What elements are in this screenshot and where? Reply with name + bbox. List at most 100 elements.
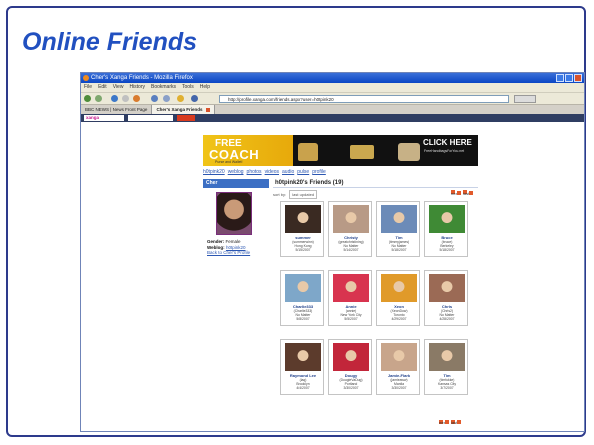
friend-details: (annie) New York City 5/5/2007 — [340, 309, 362, 322]
friend-card[interactable]: Raymond Lee (laq) Brooklyn 4/4/2007 — [280, 339, 324, 395]
xanga-search-input[interactable] — [128, 115, 173, 121]
friend-details: (timfukke) Kansas City 3/7/2007 — [437, 378, 457, 391]
menu-tools[interactable]: Tools — [182, 83, 194, 92]
page-icon[interactable] — [191, 95, 198, 102]
minimize-button[interactable] — [556, 74, 564, 82]
weblog-label: Weblog: — [207, 244, 225, 250]
tab-bar: BBC NEWS | News Front Page Cher's Xanga … — [81, 104, 584, 114]
friend-card[interactable]: Bruce (bruce) Berkeley 5/18/2007 — [424, 201, 468, 257]
print-icon[interactable] — [163, 95, 170, 102]
last-label[interactable]: last — [451, 420, 457, 425]
profile-avatar[interactable] — [216, 192, 252, 235]
friend-photo[interactable] — [429, 274, 465, 302]
profile-subnav: h0tpink20 weblog photos videos audio pul… — [203, 168, 326, 176]
ad-coach-subtext: Purse and Wallet! — [215, 160, 243, 164]
friend-card[interactable]: Christy (greatchristining) No Matter 5/14… — [328, 201, 372, 257]
tab-xanga-friends[interactable]: Cher's Xanga Friends — [152, 105, 215, 114]
subnav-pulse[interactable]: pulse — [297, 168, 309, 176]
xanga-logo[interactable]: xanga — [84, 115, 124, 121]
go-button[interactable] — [514, 95, 536, 103]
maximize-button[interactable] — [565, 74, 573, 82]
friend-photo[interactable] — [381, 205, 417, 233]
subnav-profile[interactable]: profile — [312, 168, 326, 176]
friend-card[interactable]: Jamie-Flark (jamieaww) Manila 3/30/2007 — [376, 339, 420, 395]
menu-view[interactable]: View — [113, 83, 124, 92]
subnav-videos[interactable]: videos — [265, 168, 279, 176]
subnav-weblog[interactable]: weblog — [228, 168, 244, 176]
sort-label: sort by: — [273, 192, 287, 197]
friend-card[interactable]: Annie (annie) New York City 5/5/2007 — [328, 270, 372, 326]
friend-photo[interactable] — [381, 274, 417, 302]
gender-value: Female — [225, 239, 241, 244]
last-arrow-icon[interactable] — [469, 191, 473, 195]
menu-help[interactable]: Help — [200, 83, 210, 92]
friend-photo[interactable] — [285, 274, 321, 302]
friend-card[interactable]: Dougy (DougieVaDug) Portland 3/30/2007 — [328, 339, 372, 395]
window-titlebar: Cher's Xanga Friends - Mozilla Firefox — [81, 73, 584, 83]
browser-screenshot: Cher's Xanga Friends - Mozilla Firefox F… — [80, 72, 585, 432]
friend-details: (XeonDow) Toronto 4/29/2007 — [390, 309, 408, 322]
last-label[interactable]: last — [463, 190, 469, 196]
subnav-audio[interactable]: audio — [282, 168, 294, 176]
xanga-search-button[interactable] — [177, 115, 195, 121]
menu-history[interactable]: History — [129, 83, 145, 92]
friend-card[interactable]: summer (summerwinn) Hong Kong 5/15/2007 — [280, 201, 324, 257]
friend-card[interactable]: Chris (Chris2) No Matter 4/28/2007 — [424, 270, 468, 326]
tab-bbc-news[interactable]: BBC NEWS | News Front Page — [81, 105, 153, 114]
handbag-image — [350, 145, 374, 159]
subnav-photos[interactable]: photos — [247, 168, 262, 176]
firefox-icon — [83, 75, 89, 81]
friend-card[interactable]: Xeon (XeonDow) Toronto 4/29/2007 — [376, 270, 420, 326]
subnav-home[interactable]: h0tpink20 — [203, 168, 225, 176]
back-icon[interactable] — [84, 95, 91, 102]
slide: Online Friends Cher's Xanga Friends - Mo… — [0, 0, 594, 445]
handbag-image — [398, 143, 420, 161]
address-bar[interactable]: http://profile.xanga.com/friends.aspx?us… — [219, 95, 509, 103]
ad-site-text: FreeHandbagsForYou.net — [424, 149, 465, 153]
next-label[interactable]: next — [451, 190, 459, 196]
weblog-link[interactable]: h0tpink20 — [226, 245, 246, 250]
last-arrow-icon[interactable] — [457, 420, 461, 424]
friend-details: (timmyjames) No Matter 5/18/2007 — [388, 240, 410, 253]
ad-click-here[interactable]: CLICK HERE — [423, 138, 472, 147]
friend-photo[interactable] — [285, 205, 321, 233]
friend-details: (greatchristining) No Matter 5/14/2007 — [338, 240, 364, 253]
friend-card[interactable]: Tim (timmyjames) No Matter 5/18/2007 — [376, 201, 420, 257]
friend-details: (DougieVaDug) Portland 3/30/2007 — [339, 378, 363, 391]
slide-title: Online Friends — [22, 28, 198, 56]
bookmark-icon[interactable] — [177, 95, 184, 102]
menu-edit[interactable]: Edit — [98, 83, 107, 92]
next-arrow-icon[interactable] — [445, 420, 449, 424]
back-to-profile-link[interactable]: Back to Cher's Profile — [207, 250, 269, 256]
forward-icon[interactable] — [95, 95, 102, 102]
friend-card[interactable]: Charlie333 (Charlie333) No Matter 5/8/200… — [280, 270, 324, 326]
next-arrow-icon[interactable] — [457, 191, 461, 195]
pager-top: next last — [450, 190, 474, 197]
friend-photo[interactable] — [333, 274, 369, 302]
tab-close-icon[interactable] — [205, 107, 210, 112]
next-label[interactable]: next — [439, 420, 447, 425]
friend-photo[interactable] — [429, 205, 465, 233]
menu-bookmarks[interactable]: Bookmarks — [151, 83, 176, 92]
sort-select[interactable]: last updated — [289, 190, 318, 199]
history-icon[interactable] — [151, 95, 158, 102]
stop-icon[interactable] — [122, 95, 129, 102]
friend-photo[interactable] — [285, 343, 321, 371]
window-controls — [556, 74, 582, 82]
coach-banner-ad[interactable]: FREE COACH Purse and Wallet! CLICK HERE … — [203, 135, 478, 166]
xanga-toolbar: xanga — [81, 114, 584, 122]
reload-icon[interactable] — [111, 95, 118, 102]
friend-photo[interactable] — [333, 343, 369, 371]
navigation-toolbar: http://profile.xanga.com/friends.aspx?us… — [81, 92, 584, 104]
menu-file[interactable]: File — [84, 83, 92, 92]
tab-xanga-friends-label: Cher's Xanga Friends — [156, 107, 203, 112]
friend-card[interactable]: Tim (timfukke) Kansas City 3/7/2007 — [424, 339, 468, 395]
profile-info: Gender: Female Weblog: h0tpink20 Back to… — [207, 239, 269, 256]
friend-photo[interactable] — [333, 205, 369, 233]
friend-details: (bruce) Berkeley 5/18/2007 — [439, 240, 455, 253]
handbag-image — [298, 143, 318, 161]
home-icon[interactable] — [133, 95, 140, 102]
friend-photo[interactable] — [381, 343, 417, 371]
friend-photo[interactable] — [429, 343, 465, 371]
close-button[interactable] — [574, 74, 582, 82]
